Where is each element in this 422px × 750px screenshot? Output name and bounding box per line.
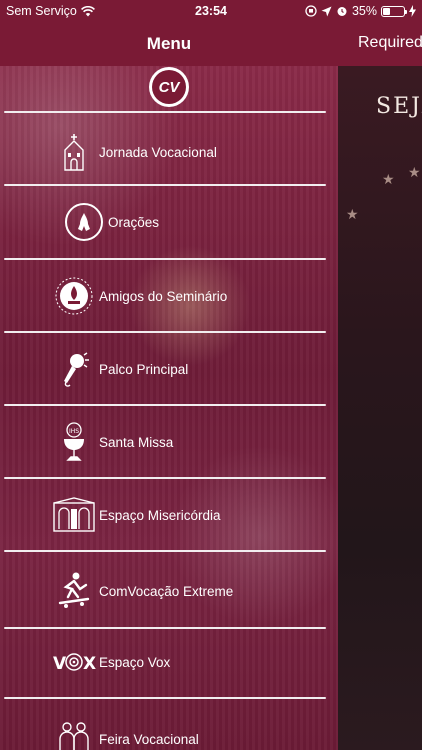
microphone-icon	[52, 347, 96, 391]
praying-hands-icon	[62, 200, 106, 244]
menu-item-espaco-misericordia[interactable]: Espaço Misericórdia	[0, 480, 338, 550]
divider	[4, 550, 326, 552]
svg-text:V: V	[53, 654, 67, 674]
amigos-seminario-icon	[52, 274, 96, 318]
status-left: Sem Serviço	[6, 4, 95, 18]
menu-item-palco-principal[interactable]: Palco Principal	[0, 334, 338, 404]
side-drawer-menu: CV Jornada Vocacional Orações Amigos do …	[0, 66, 338, 750]
app-logo-mark: CV	[152, 70, 186, 104]
menu-item-oracoes[interactable]: Orações	[0, 187, 338, 257]
charging-icon	[409, 5, 416, 17]
carrier-label: Sem Serviço	[6, 4, 77, 18]
location-icon	[321, 6, 332, 16]
battery-icon	[381, 5, 407, 17]
people-icon	[52, 717, 96, 750]
divider	[4, 404, 326, 406]
status-bar: Sem Serviço 23:54 35%	[0, 0, 422, 22]
menu-item-amigos-do-seminario[interactable]: Amigos do Seminário	[0, 261, 338, 331]
menu-item-jornada-vocacional[interactable]: Jornada Vocacional	[0, 117, 338, 187]
skateboarder-icon	[52, 569, 96, 613]
battery-percent: 35%	[351, 4, 377, 18]
chalice-icon: IHS	[52, 420, 96, 464]
menu-item-label: Santa Missa	[99, 434, 174, 450]
menu-item-santa-missa[interactable]: IHS Santa Missa	[0, 407, 338, 477]
alarm-icon	[337, 7, 347, 16]
wifi-icon	[80, 5, 95, 16]
church-icon	[52, 130, 96, 174]
menu-item-label: Jornada Vocacional	[99, 144, 217, 160]
main-screen-title: Required	[358, 34, 422, 51]
app-logo: CV	[149, 67, 189, 107]
menu-title: Menu	[146, 34, 192, 53]
main-content-panel[interactable]: SEJA ★ ★ ★	[338, 66, 422, 750]
status-right: 35%	[305, 4, 416, 18]
star-icon: ★	[382, 171, 395, 187]
divider	[4, 697, 326, 699]
divider	[4, 331, 326, 333]
divider	[4, 258, 326, 260]
menu-item-label: Espaço Misericórdia	[99, 507, 221, 523]
main-heading: SEJA	[376, 94, 422, 119]
menu-item-label: Orações	[108, 214, 160, 230]
divider	[4, 111, 326, 113]
confessional-icon	[52, 493, 96, 537]
battery-fill	[383, 7, 390, 15]
menu-item-espaco-vox[interactable]: VX Espaço Vox	[0, 627, 338, 697]
divider	[4, 184, 326, 186]
divider	[4, 477, 326, 479]
logo-row: CV	[0, 66, 338, 112]
menu-item-label: Espaço Vox	[99, 654, 171, 670]
svg-text:IHS: IHS	[69, 428, 79, 435]
menu-item-label: Amigos do Seminário	[99, 288, 228, 304]
star-icon: ★	[346, 206, 359, 222]
menu-item-feira-vocacional[interactable]: Feira Vocacional	[0, 704, 338, 750]
menu-item-label: ComVocação Extreme	[99, 583, 234, 599]
svg-text:X: X	[83, 654, 96, 674]
menu-item-label: Feira Vocacional	[99, 731, 199, 747]
menu-item-label: Palco Principal	[99, 361, 189, 377]
nav-bar: Menu Required	[0, 22, 422, 66]
vox-logo-icon: VX	[52, 640, 96, 684]
menu-item-comvocacao-extreme[interactable]: ComVocação Extreme	[0, 556, 338, 626]
orientation-lock-icon	[305, 5, 317, 17]
star-icon: ★	[408, 164, 421, 180]
